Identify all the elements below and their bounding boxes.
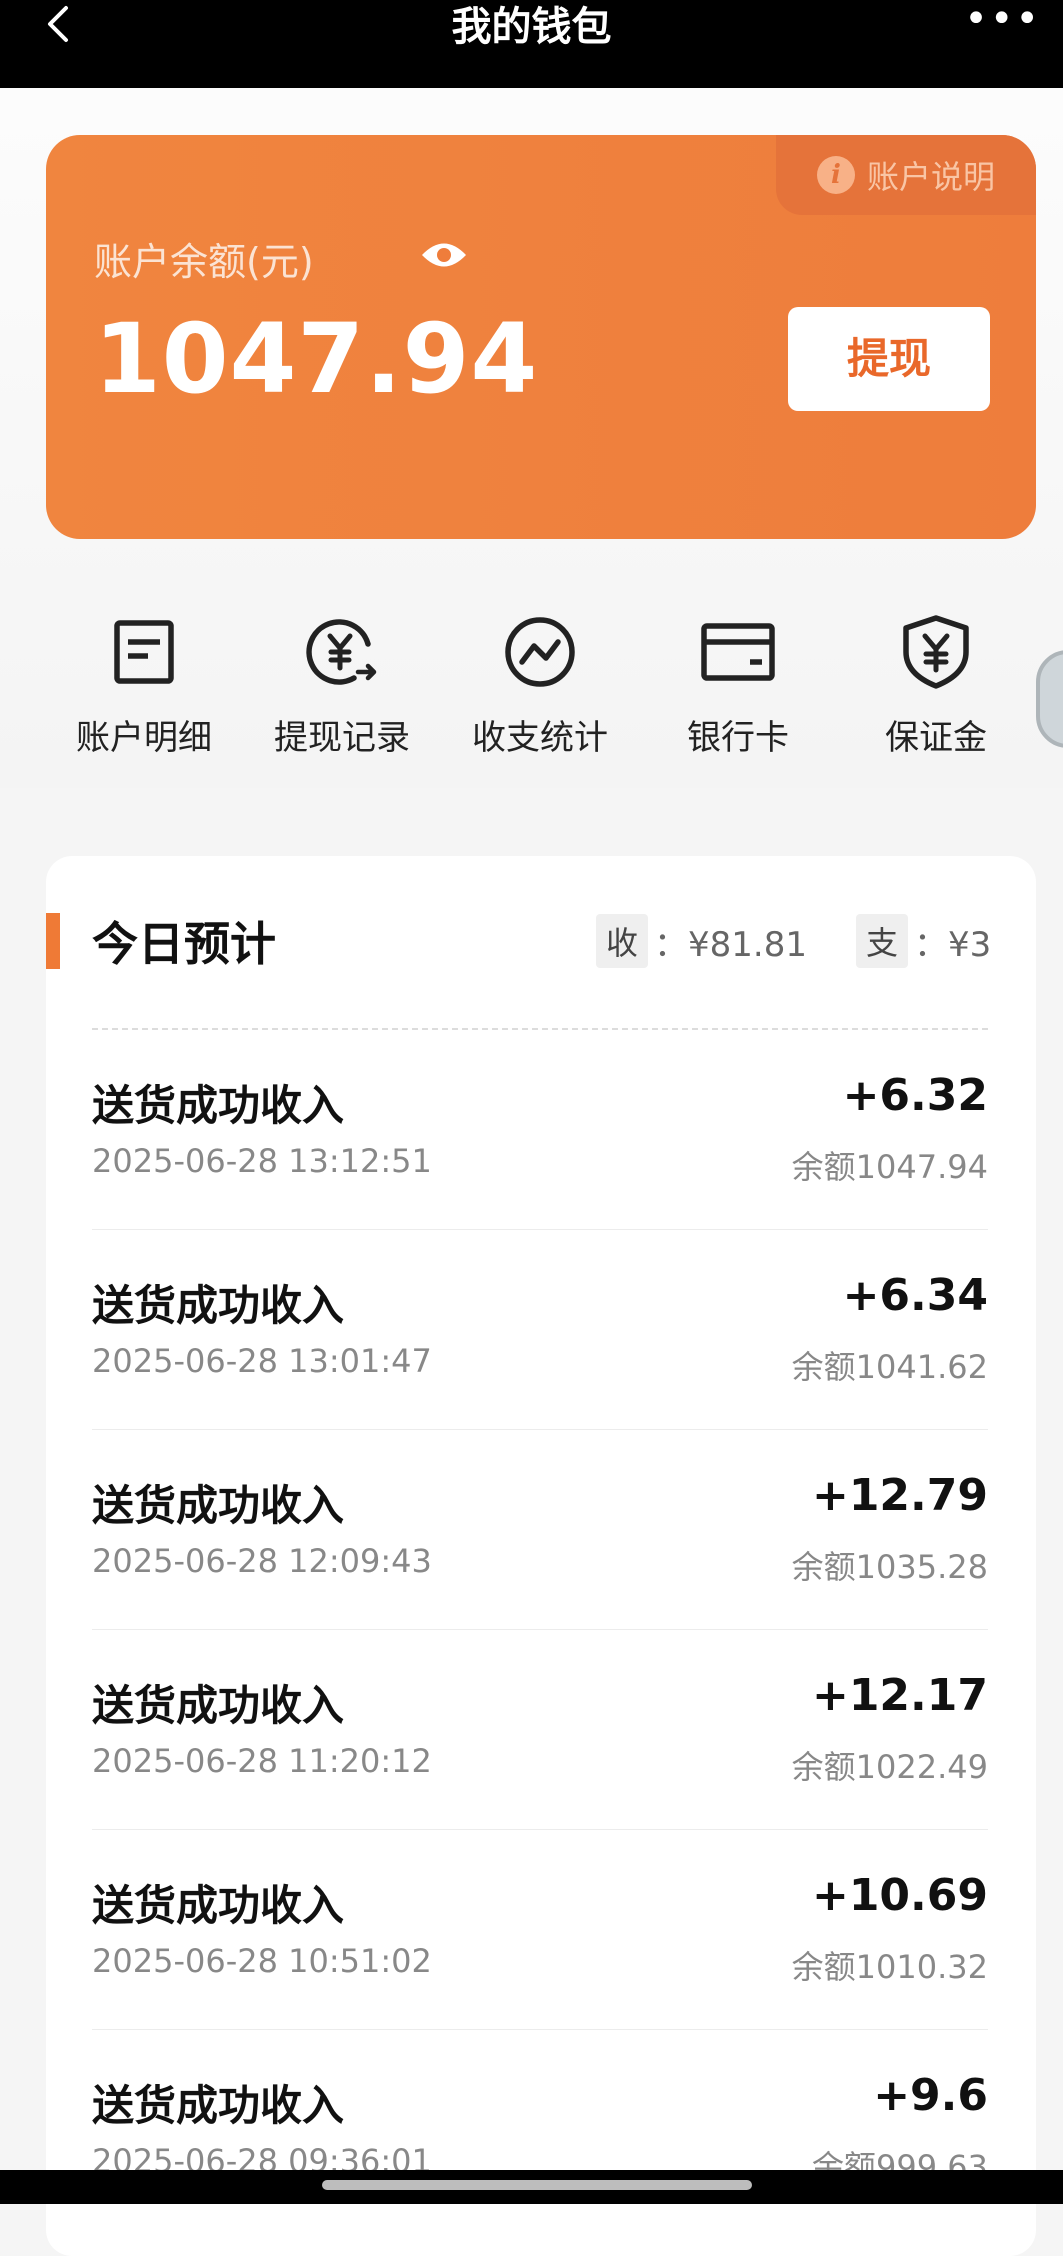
transaction-amount: +9.6: [873, 2070, 988, 2121]
info-icon: i: [816, 156, 855, 194]
transaction-balance: 余额1022.49: [791, 1748, 988, 1786]
transaction-title: 送货成功收入: [92, 1481, 345, 1530]
transaction-row[interactable]: 送货成功收入 2025-06-28 13:01:47 +6.34 余额1041.…: [92, 1230, 988, 1430]
transaction-row[interactable]: 送货成功收入 2025-06-28 12:09:43 +12.79 余额1035…: [92, 1430, 988, 1630]
account-info-button[interactable]: i 账户说明: [776, 135, 1036, 215]
transaction-balance: 余额1047.94: [791, 1148, 988, 1186]
quick-action-label: 银行卡: [687, 718, 789, 758]
transaction-time: 2025-06-28 13:01:47: [92, 1342, 432, 1380]
bank-card-icon: [701, 623, 775, 681]
quick-action-label: 账户明细: [76, 718, 212, 758]
transaction-title: 送货成功收入: [92, 1281, 345, 1330]
balance-amount: 1047.94: [94, 303, 539, 415]
transaction-time: 2025-06-28 10:51:02: [92, 1942, 432, 1980]
quick-action-withdraw-records[interactable]: 提现记录: [242, 612, 442, 759]
expense-tag: 支: [856, 914, 909, 968]
transaction-title: 送货成功收入: [92, 2081, 345, 2130]
yuan-shield-icon: [903, 615, 969, 689]
transaction-amount: +10.69: [811, 1870, 988, 1921]
quick-action-bank-card[interactable]: 银行卡: [638, 612, 838, 759]
transaction-time: 2025-06-28 11:20:12: [92, 1742, 432, 1780]
income-value: ：¥81.81: [654, 924, 807, 965]
system-bottom-bar: [0, 2170, 1063, 2204]
quick-action-label: 提现记录: [274, 718, 410, 758]
today-income-card: 今日预计 收 ：¥81.81 支 ：¥3 送货成功收入 2025-06-28 1…: [46, 856, 1036, 2256]
eye-icon[interactable]: [420, 238, 468, 272]
balance-card: i 账户说明 账户余额(元) 1047.94 提现: [46, 135, 1036, 539]
quick-action-label: 收支统计: [472, 718, 608, 758]
transaction-time: 2025-06-28 13:12:51: [92, 1142, 432, 1180]
transaction-title: 送货成功收入: [92, 1081, 345, 1130]
transaction-row[interactable]: 送货成功收入 2025-06-28 13:12:51 +6.32 余额1047.…: [92, 1030, 988, 1230]
page-title: 我的钱包: [451, 4, 612, 50]
transaction-title: 送货成功收入: [92, 1881, 345, 1930]
trend-circle-icon: [505, 617, 575, 687]
top-nav-bar: 我的钱包 •••: [0, 0, 1063, 88]
quick-action-account-detail[interactable]: 账户明细: [44, 612, 244, 759]
withdraw-button[interactable]: 提现: [788, 307, 990, 411]
account-info-label: 账户说明: [866, 158, 995, 196]
transaction-title: 送货成功收入: [92, 1681, 345, 1730]
home-indicator[interactable]: [322, 2180, 752, 2190]
quick-action-statistics[interactable]: 收支统计: [440, 612, 640, 759]
transaction-balance: 余额1010.32: [791, 1948, 988, 1986]
section-title: 今日预计: [92, 917, 276, 971]
transaction-amount: +6.34: [842, 1270, 988, 1321]
quick-action-label: 保证金: [885, 718, 987, 758]
expense-summary: 支 ：¥3: [856, 914, 991, 968]
transaction-amount: +12.79: [811, 1470, 988, 1521]
income-summary: 收 ：¥81.81: [596, 914, 807, 968]
transaction-amount: +6.32: [842, 1070, 988, 1121]
more-icon[interactable]: •••: [964, 0, 1041, 42]
transaction-balance: 余额1035.28: [791, 1548, 988, 1586]
income-tag: 收: [596, 914, 649, 968]
document-list-icon: [114, 620, 174, 684]
transaction-row[interactable]: 送货成功收入 2025-06-28 10:51:02 +10.69 余额1010…: [92, 1830, 988, 2030]
section-accent-bar: [46, 913, 60, 969]
expense-value: ：¥3: [914, 924, 992, 965]
quick-actions: 账户明细 提现记录 收支统计 银行卡 保证金: [0, 612, 1063, 772]
transaction-time: 2025-06-28 12:09:43: [92, 1542, 432, 1580]
yuan-withdraw-icon: [306, 619, 377, 685]
transaction-balance: 余额1041.62: [791, 1348, 988, 1386]
balance-label: 账户余额(元): [94, 240, 314, 284]
quick-action-deposit[interactable]: 保证金: [836, 612, 1036, 759]
transaction-row[interactable]: 送货成功收入 2025-06-28 11:20:12 +12.17 余额1022…: [92, 1630, 988, 1830]
transaction-amount: +12.17: [811, 1670, 988, 1721]
